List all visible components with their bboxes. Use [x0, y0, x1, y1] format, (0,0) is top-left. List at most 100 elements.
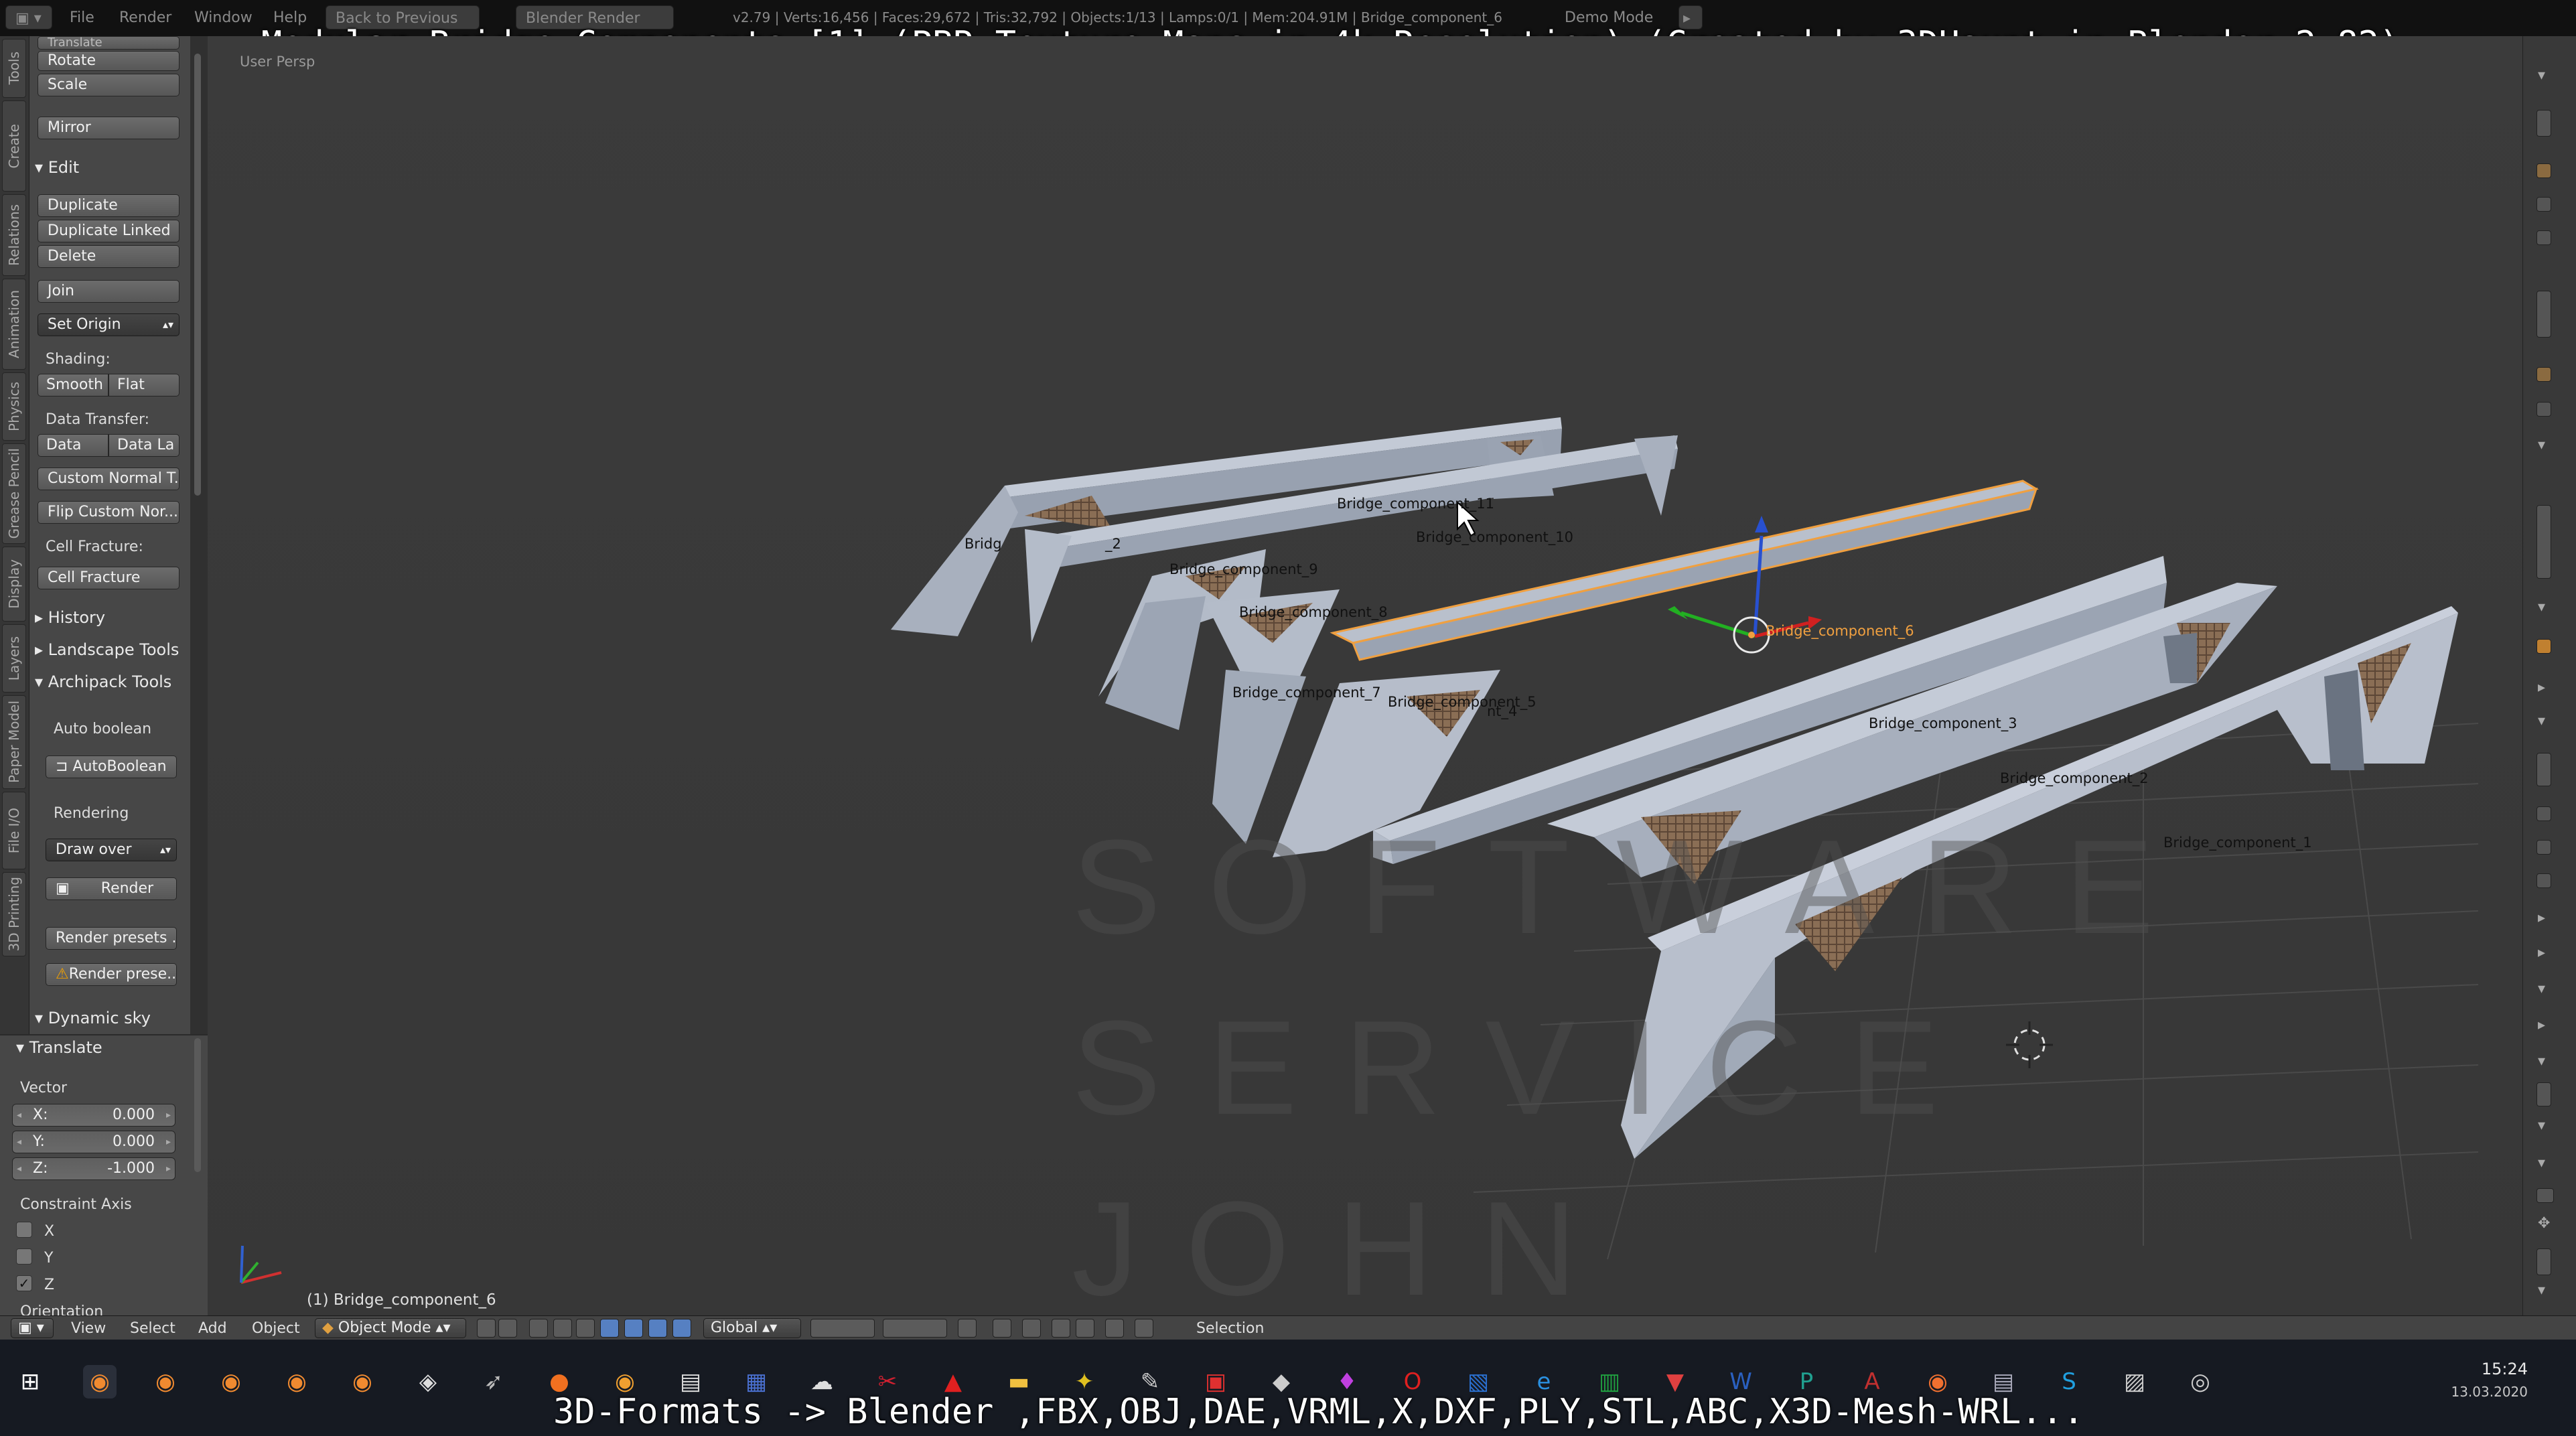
layers-block-b-icon[interactable]: [883, 1319, 947, 1338]
slider-handle-icon[interactable]: [2536, 505, 2551, 579]
flat-button[interactable]: Flat: [109, 374, 180, 397]
tab-layers[interactable]: Layers: [2, 624, 26, 693]
render-presets-button[interactable]: Render presets ...: [46, 927, 177, 950]
slider-handle-icon[interactable]: [2536, 291, 2551, 338]
slider-handle-icon[interactable]: [2536, 1082, 2551, 1106]
render-button[interactable]: ▣ Render: [46, 877, 177, 900]
collapse-arrow-icon[interactable]: ▾: [2538, 981, 2545, 997]
collapse-arrow-icon[interactable]: ▾: [2538, 1117, 2545, 1134]
layer-lock-icon[interactable]: [958, 1319, 977, 1338]
slider-handle-icon[interactable]: [2536, 753, 2551, 786]
menu-add[interactable]: Add: [198, 1320, 227, 1337]
cursor-icon[interactable]: [2536, 1188, 2554, 1203]
tab-tools[interactable]: Tools: [2, 39, 26, 98]
translate-manipulator-icon[interactable]: [600, 1319, 619, 1338]
draw-over-select[interactable]: Draw over ▴▾: [46, 839, 177, 861]
data-button[interactable]: Data: [38, 434, 109, 457]
tab-display[interactable]: Display: [2, 547, 26, 622]
collapse-arrow-icon[interactable]: ▾: [2538, 67, 2545, 84]
expand-arrow-icon[interactable]: ▸: [2538, 1017, 2545, 1033]
toggle-icon[interactable]: [2536, 806, 2551, 821]
pivot-point-icon[interactable]: [529, 1319, 548, 1338]
expand-arrow-icon[interactable]: ▸: [2538, 679, 2545, 696]
layers-block-a-icon[interactable]: [810, 1319, 875, 1338]
lock-icon[interactable]: [2536, 367, 2551, 382]
tab-create[interactable]: Create: [2, 100, 26, 192]
mirror-button[interactable]: Mirror: [38, 117, 180, 139]
expand-arrow-icon[interactable]: ▸: [2538, 910, 2545, 926]
cursor-tool-icon[interactable]: ➶: [477, 1365, 510, 1398]
orange-cube-icon[interactable]: [2536, 639, 2551, 654]
blender-icon[interactable]: ◉: [280, 1365, 313, 1398]
toggle-icon[interactable]: [2536, 402, 2551, 417]
editor-type-menu[interactable]: ▣ ▾: [5, 5, 52, 29]
shading-dropdown-icon[interactable]: [498, 1319, 517, 1338]
duplicate-linked-button[interactable]: Duplicate Linked: [38, 220, 180, 242]
collapse-arrow-icon[interactable]: ▾: [2538, 599, 2545, 616]
landscape-tools-panel-header[interactable]: ▸ Landscape Tools: [35, 640, 179, 659]
manipulator-icon[interactable]: [576, 1319, 595, 1338]
snap-target-icon[interactable]: [1076, 1319, 1094, 1338]
tab-grease-pencil[interactable]: Grease Pencil: [2, 443, 26, 544]
blender-icon[interactable]: ◉: [214, 1365, 248, 1398]
vector-x-field[interactable]: ◂ X: 0.000 ▸: [12, 1104, 175, 1127]
menu-window[interactable]: Window: [194, 9, 253, 26]
tab-paper-model[interactable]: Paper Model: [2, 695, 26, 789]
smooth-button[interactable]: Smooth: [38, 374, 109, 397]
obs-icon[interactable]: ◎: [2184, 1365, 2217, 1398]
tab-animation[interactable]: Animation: [2, 279, 26, 370]
operator-scrollbar[interactable]: [194, 1038, 201, 1172]
vector-z-field[interactable]: ◂ Z: -1.000 ▸: [12, 1157, 175, 1180]
collapse-arrow-icon[interactable]: ▾: [2538, 1282, 2545, 1299]
history-panel-header[interactable]: ▸ History: [35, 608, 105, 627]
render-animation-icon[interactable]: [1135, 1319, 1153, 1338]
viewport-shading-icon[interactable]: [477, 1319, 496, 1338]
translate-button[interactable]: Translate: [38, 36, 180, 50]
cell-fracture-button[interactable]: Cell Fracture: [38, 567, 180, 589]
menu-object[interactable]: Object: [252, 1320, 300, 1337]
archipack-tools-panel-header[interactable]: ▾ Archipack Tools: [35, 672, 171, 691]
constraint-x-checkbox[interactable]: [16, 1222, 32, 1238]
toggle-icon[interactable]: [2536, 873, 2551, 888]
toggle-icon[interactable]: [2536, 230, 2551, 245]
tab-physics[interactable]: Physics: [2, 372, 26, 441]
rotate-button[interactable]: Rotate: [38, 51, 180, 71]
blender-icon[interactable]: ◉: [346, 1365, 379, 1398]
render-preview-icon[interactable]: [1105, 1319, 1124, 1338]
duplicate-button[interactable]: Duplicate: [38, 194, 180, 217]
falloff-icon[interactable]: [1022, 1319, 1041, 1338]
custom-normal-button[interactable]: Custom Normal T...: [38, 468, 180, 490]
vector-y-field[interactable]: ◂ Y: 0.000 ▸: [12, 1131, 175, 1153]
unity-icon[interactable]: ◈: [411, 1365, 445, 1398]
clock-date[interactable]: 13.03.2020: [2451, 1384, 2528, 1400]
lock-icon[interactable]: [2536, 163, 2551, 178]
constraint-y-checkbox[interactable]: [16, 1248, 32, 1265]
set-origin-menu[interactable]: Set Origin ▴▾: [38, 313, 180, 336]
menu-select[interactable]: Select: [130, 1320, 175, 1337]
tab-file-io[interactable]: File I/O: [2, 792, 26, 869]
join-button[interactable]: Join: [38, 280, 180, 303]
clock-time[interactable]: 15:24: [2482, 1360, 2528, 1378]
autoboolean-button[interactable]: ⊐ AutoBoolean: [46, 756, 177, 778]
constraint-z-checkbox[interactable]: ✓: [16, 1275, 32, 1291]
blender-icon[interactable]: ◉: [83, 1365, 117, 1398]
slider-handle-icon[interactable]: [2536, 110, 2551, 137]
toggle-icon[interactable]: [2536, 197, 2551, 212]
proportional-editing-icon[interactable]: [993, 1319, 1011, 1338]
move-icon[interactable]: ✥: [2538, 1215, 2550, 1232]
3d-viewport[interactable]: SOFTWARE SERVICE JOHN User Persp Bridge_…: [208, 36, 2522, 1315]
mode-select[interactable]: ◆ Object Mode ▴▾: [315, 1318, 466, 1338]
transform-orientation-select[interactable]: Global ▴▾: [703, 1318, 801, 1338]
tab-relations[interactable]: Relations: [2, 194, 26, 276]
windows-start-icon[interactable]: ⊞: [13, 1365, 47, 1398]
collapse-arrow-icon[interactable]: ▾: [2538, 1053, 2545, 1070]
scale-button[interactable]: Scale: [38, 74, 180, 96]
menu-file[interactable]: File: [70, 9, 94, 26]
delete-button[interactable]: Delete: [38, 245, 180, 268]
dynamic-sky-panel-header[interactable]: ▾ Dynamic sky: [35, 1009, 151, 1027]
data-layout-button[interactable]: Data La: [109, 434, 180, 457]
render-presets-warning-button[interactable]: ⚠Render prese...: [46, 963, 177, 986]
edit-panel-header[interactable]: ▾ Edit: [35, 158, 79, 177]
flip-custom-normals-button[interactable]: Flip Custom Nor...: [38, 501, 180, 524]
translate-operator-header[interactable]: ▾ Translate: [16, 1038, 102, 1057]
